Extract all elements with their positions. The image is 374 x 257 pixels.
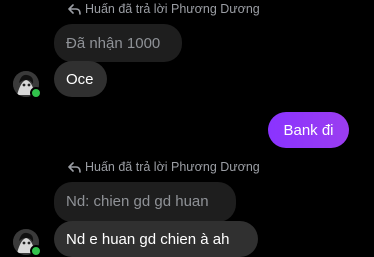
contact-avatar[interactable] [13,229,42,257]
reply-arrow-icon [68,3,81,15]
quoted-text: Nd: chien gd gd huan [66,193,209,210]
reply-header: Huấn đã trả lời Phương Dương [68,160,260,174]
online-status-dot [30,87,42,99]
quoted-message[interactable]: Nd: chien gd gd huan [54,182,236,222]
incoming-message[interactable]: Oce [54,61,107,97]
reply-header-text: Huấn đã trả lời Phương Dương [85,2,260,16]
reply-header-text: Huấn đã trả lời Phương Dương [85,160,260,174]
reply-arrow-icon [68,161,81,173]
online-status-dot [30,245,42,257]
contact-avatar[interactable] [13,71,42,99]
outgoing-message[interactable]: Bank đi [268,112,349,148]
message-text: Oce [66,70,94,88]
quoted-message[interactable]: Đã nhận 1000 [54,24,182,62]
reply-header: Huấn đã trả lời Phương Dương [68,2,260,16]
message-text: Nd e huan gd chien à ah [66,230,230,248]
incoming-message[interactable]: Nd e huan gd chien à ah [54,221,258,257]
message-text: Bank đi [283,121,334,139]
quoted-text: Đã nhận 1000 [66,35,161,52]
